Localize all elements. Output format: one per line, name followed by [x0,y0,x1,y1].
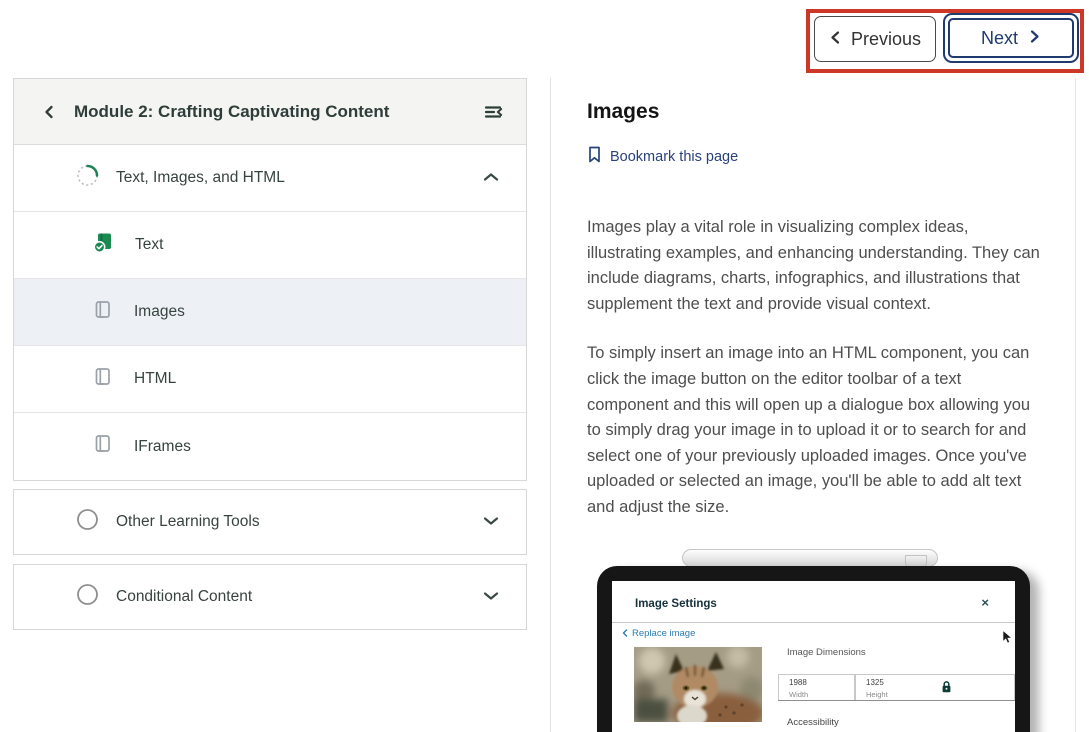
height-field: 1325 Height [855,674,1015,700]
sidebar-section-conditional-content[interactable]: Conditional Content [14,565,526,629]
other-learning-tools-box: Other Learning Tools [13,489,527,555]
bookmark-icon [587,146,602,167]
sidebar-item-label: Images [134,303,185,321]
module-nav-box: Module 2: Crafting Captivating Content T… [13,78,527,481]
sidebar-section-other-learning-tools[interactable]: Other Learning Tools [14,490,526,554]
sidebar-item-text[interactable]: Text [14,212,526,279]
image-settings-dialog-title: Image Settings [635,598,717,610]
lesson-body-text: Images play a vital role in visualizing … [587,215,1045,521]
previous-button[interactable]: Previous [814,16,936,62]
not-started-circle-icon [76,583,99,611]
lesson-content: Images Bookmark this page Images play a … [587,100,1045,732]
collapse-sidebar-button[interactable] [483,102,504,122]
module-header: Module 2: Crafting Captivating Content [14,79,526,145]
not-started-circle-icon [76,508,99,536]
chevron-up-icon [483,169,499,187]
dimension-fields-row: 1988 Width 1325 Height [778,674,1015,701]
page-right-edge-line [1075,78,1076,732]
sidebar-content-divider [550,78,551,732]
menu-fold-icon [483,102,504,122]
chevron-left-icon [42,104,56,120]
bookmark-this-page-link[interactable]: Bookmark this page [587,146,738,167]
sidebar-item-iframes[interactable]: IFrames [14,413,526,480]
sidebar-section-text-images-html[interactable]: Text, Images, and HTML [14,145,526,212]
width-field: 1988 Width [778,674,855,700]
close-icon: × [981,595,989,610]
lock-aspect-ratio-icon [940,680,953,699]
chevron-right-icon [1028,28,1041,49]
chevron-down-icon [483,513,499,531]
sidebar-item-label: IFrames [134,438,191,456]
progress-circle-icon [76,164,99,192]
sidebar-item-images[interactable]: Images [14,279,526,346]
next-button-focus-ring: Next [943,13,1079,63]
chevron-left-icon [829,29,842,50]
page-title: Images [587,100,1045,124]
mouse-cursor-icon [1002,630,1013,649]
module-title: Module 2: Crafting Captivating Content [74,102,483,122]
sidebar-item-label: Text [135,236,163,254]
lynx-photo [634,647,762,722]
stylus-pencil-image [682,549,938,567]
conditional-content-box: Conditional Content [13,564,527,630]
width-value: 1988 [789,678,854,687]
replace-image-link: Replace image [622,628,695,639]
sidebar-item-html[interactable]: HTML [14,346,526,413]
next-button-label: Next [981,28,1018,49]
tablet-device-frame: Image Settings × Replace image [597,566,1030,732]
image-dimensions-label: Image Dimensions [787,647,866,658]
completed-book-icon [92,231,114,259]
previous-button-label: Previous [851,29,921,50]
tablet-screenshot-figure: Image Settings × Replace image [587,549,1045,732]
dialog-divider [612,622,1015,623]
section-label: Other Learning Tools [116,513,260,531]
book-icon [92,433,113,460]
book-icon [92,299,113,326]
paragraph: Images play a vital role in visualizing … [587,215,1045,317]
section-label: Text, Images, and HTML [116,169,285,187]
paragraph: To simply insert an image into an HTML c… [587,341,1045,520]
next-button[interactable]: Next [948,18,1074,58]
width-label: Width [789,690,854,699]
chevron-down-icon [483,588,499,606]
chevron-left-icon [622,629,628,637]
back-button[interactable] [42,104,56,120]
sidebar-item-label: HTML [134,370,176,388]
bookmark-link-label: Bookmark this page [610,149,738,165]
book-icon [92,366,113,393]
section-label: Conditional Content [116,588,252,606]
accessibility-label: Accessibility [787,717,839,728]
tablet-screen: Image Settings × Replace image [612,581,1015,732]
course-navigation-sidebar: Module 2: Crafting Captivating Content T… [13,78,527,630]
